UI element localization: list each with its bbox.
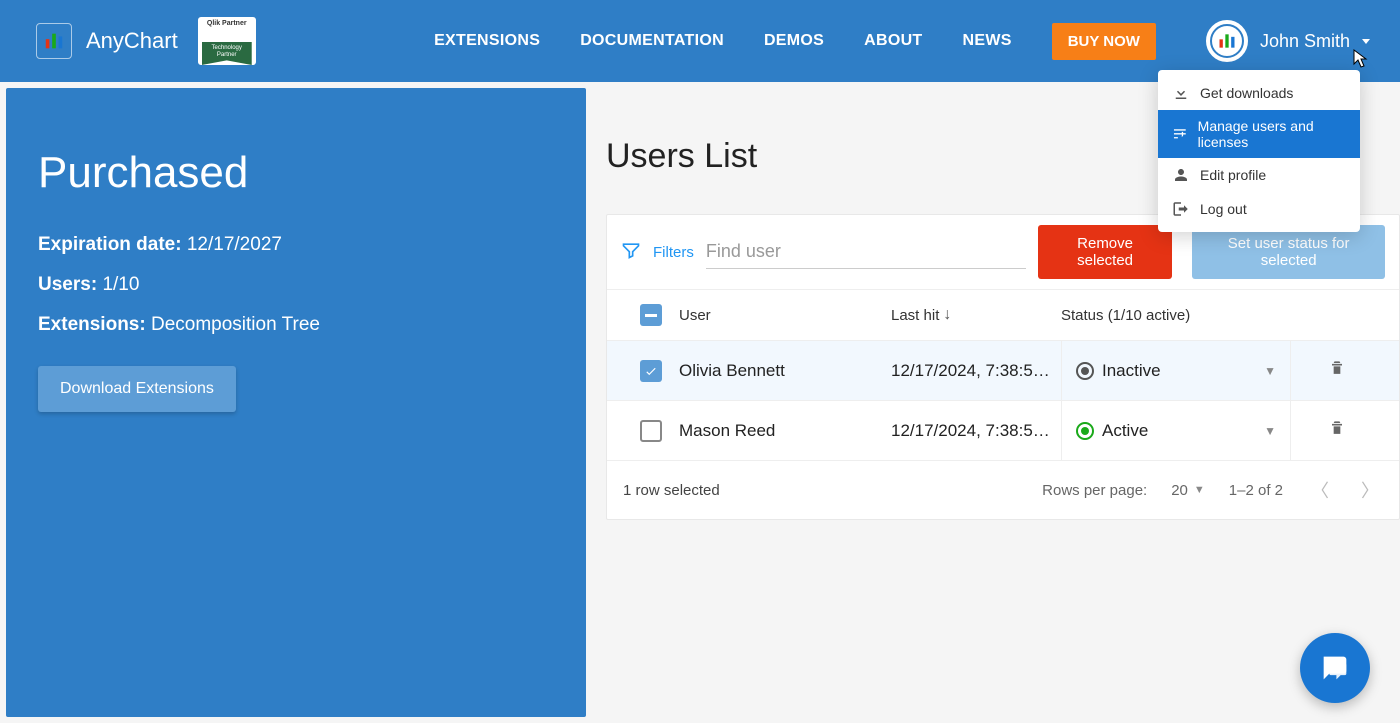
col-user-header[interactable]: User [679,307,891,324]
user-menu-trigger[interactable]: John Smith [1206,20,1370,62]
row-last-hit: 12/17/2024, 7:38:5… [891,421,1061,441]
status-dot-icon [1076,422,1094,440]
pager-range: 1–2 of 2 [1229,482,1283,499]
nav-extensions[interactable]: EXTENSIONS [434,32,540,50]
row-checkbox[interactable] [623,360,679,382]
sidebar-exp-row: Expiration date: 12/17/2027 [38,234,586,256]
sidebar-title: Purchased [38,148,586,198]
filter-icon[interactable] [621,240,641,265]
sidebar-users-row: Users: 1/10 [38,274,586,296]
sidebar: Purchased Expiration date: 12/17/2027 Us… [6,88,586,717]
chevron-down-icon: ▼ [1264,424,1276,438]
logout-icon [1172,200,1190,218]
avatar [1206,20,1248,62]
dropdown-label: Log out [1200,201,1247,217]
row-user-name: Mason Reed [679,421,891,441]
table-pager: 1 row selected Rows per page: 20 ▼ 1–2 o… [607,460,1399,519]
row-delete-button[interactable] [1291,418,1383,443]
nav-news[interactable]: NEWS [963,32,1012,50]
nav: EXTENSIONS DOCUMENTATION DEMOS ABOUT NEW… [434,20,1370,62]
buy-now-button[interactable]: BUY NOW [1052,23,1156,60]
user-dropdown: Get downloads Manage users and licenses … [1158,70,1360,232]
logo-icon[interactable] [36,23,72,59]
pager-next-button[interactable]: 〉 [1357,477,1383,503]
partner-badge: Qlik Partner Technology Partner [198,17,256,65]
status-dot-icon [1076,362,1094,380]
row-checkbox[interactable] [623,420,679,442]
row-delete-button[interactable] [1291,358,1383,383]
remove-selected-button[interactable]: Remove selected [1038,225,1172,279]
table-row: Olivia Bennett 12/17/2024, 7:38:5… Inact… [607,340,1399,400]
row-user-name: Olivia Bennett [679,361,891,381]
select-all-checkbox[interactable] [623,304,679,326]
dropdown-label: Get downloads [1200,85,1293,101]
nav-demos[interactable]: DEMOS [764,32,824,50]
row-status-select[interactable]: Active ▼ [1061,401,1291,461]
dropdown-get-downloads[interactable]: Get downloads [1158,76,1360,110]
dropdown-label: Manage users and licenses [1198,118,1346,150]
brand-name[interactable]: AnyChart [86,28,178,54]
pager-prev-button[interactable]: 〈 [1307,477,1333,503]
nav-documentation[interactable]: DOCUMENTATION [580,32,724,50]
dropdown-edit-profile[interactable]: Edit profile [1158,158,1360,192]
partner-top: Qlik Partner [207,20,247,27]
dropdown-logout[interactable]: Log out [1158,192,1360,226]
col-status-header[interactable]: Status (1/10 active) [1061,307,1291,324]
col-lasthit-header[interactable]: Last hit ↓ [891,306,1061,324]
user-name-label: John Smith [1260,31,1350,52]
header: AnyChart Qlik Partner Technology Partner… [0,0,1400,82]
chat-fab-button[interactable] [1300,633,1370,703]
pager-selected-label: 1 row selected [623,482,720,499]
sidebar-ext-row: Extensions: Decomposition Tree [38,314,586,336]
find-user-input[interactable] [706,235,1026,269]
download-icon [1172,84,1190,102]
pager-rpp-select[interactable]: 20 ▼ [1171,482,1205,499]
table-header: User Last hit ↓ Status (1/10 active) [607,289,1399,340]
dropdown-label: Edit profile [1200,167,1266,183]
chevron-down-icon: ▼ [1194,484,1205,496]
table-row: Mason Reed 12/17/2024, 7:38:5… Active ▼ [607,400,1399,460]
row-last-hit: 12/17/2024, 7:38:5… [891,361,1061,381]
partner-ribbon: Technology Partner [202,42,252,65]
row-status-select[interactable]: Inactive ▼ [1061,341,1291,401]
person-icon [1172,166,1190,184]
users-table-card: Filters Remove selected Set user status … [606,214,1400,520]
nav-about[interactable]: ABOUT [864,32,922,50]
set-status-button[interactable]: Set user status for selected [1192,225,1385,279]
download-extensions-button[interactable]: Download Extensions [38,366,236,412]
chevron-down-icon: ▼ [1264,364,1276,378]
caret-down-icon [1362,39,1370,44]
tune-icon [1172,125,1188,143]
dropdown-manage-users[interactable]: Manage users and licenses [1158,110,1360,158]
filters-label[interactable]: Filters [653,244,694,261]
pager-rpp-label: Rows per page: [1042,482,1147,499]
sort-down-icon: ↓ [943,306,951,324]
